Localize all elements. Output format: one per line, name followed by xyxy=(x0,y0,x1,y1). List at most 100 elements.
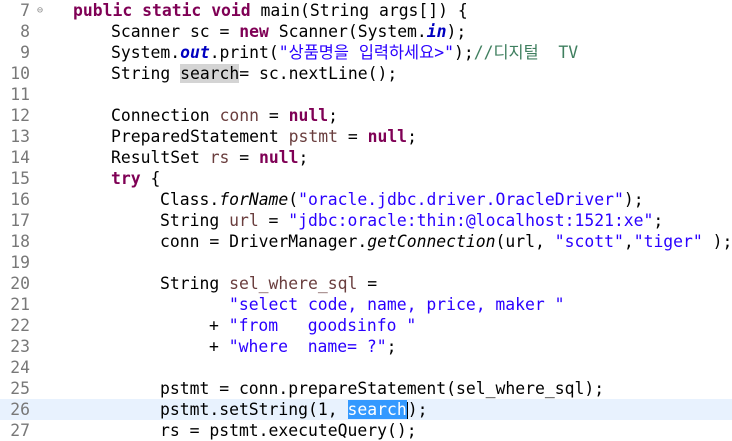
code-line[interactable]: 19 xyxy=(0,252,732,273)
line-number: 8 xyxy=(20,22,30,41)
keyword: new xyxy=(239,22,269,41)
local-variable: url xyxy=(229,211,259,230)
code-line[interactable]: 22 + "from goodsinfo " xyxy=(0,315,732,336)
code-token: String xyxy=(160,274,230,293)
static-field: out xyxy=(180,43,210,62)
occurrence-highlight[interactable]: search xyxy=(180,64,240,83)
code-line[interactable]: 25 pstmt = conn.prepareStatement(sel_whe… xyxy=(0,378,732,399)
code-line[interactable]: 15 try { xyxy=(0,168,732,189)
code-line[interactable]: 13 PreparedStatement pstmt = null; xyxy=(0,126,732,147)
line-number: 9 xyxy=(20,43,30,62)
code-token: Scanner(System. xyxy=(268,22,427,41)
line-number: 10 xyxy=(10,64,30,83)
code-token: ; xyxy=(653,211,664,230)
code-token: main(String args[]) { xyxy=(250,1,468,20)
code-line[interactable]: 11 xyxy=(0,84,732,105)
code-token: ( xyxy=(288,190,299,209)
selected-text[interactable]: search xyxy=(347,400,407,419)
code-text: pstmt.setString(1, search); xyxy=(160,399,427,420)
code-token: System. xyxy=(111,43,181,62)
code-token: ; xyxy=(386,337,397,356)
code-text: String sel_where_sql = xyxy=(160,273,377,294)
code-token: ; xyxy=(328,106,339,125)
fold-collapse-icon[interactable]: ⊖ xyxy=(33,0,47,21)
code-token: , xyxy=(623,232,634,251)
code-line[interactable]: 17 String url = "jdbc:oracle:thin:@local… xyxy=(0,210,732,231)
code-token: Class. xyxy=(160,190,220,209)
code-token: { xyxy=(140,169,161,188)
code-token: ); xyxy=(446,22,467,41)
line-number: 15 xyxy=(10,169,30,188)
code-line[interactable]: 16 Class.forName("oracle.jdbc.driver.Ora… xyxy=(0,189,732,210)
static-field: in xyxy=(426,22,447,41)
keyword: null xyxy=(367,127,408,146)
code-token: = sc.nextLine(); xyxy=(239,64,398,83)
code-line[interactable]: 23 + "where name= ?"; xyxy=(0,336,732,357)
code-text: PreparedStatement pstmt = null; xyxy=(111,126,417,147)
code-token: Scanner sc = xyxy=(111,22,240,41)
line-number: 7 xyxy=(20,1,30,20)
code-line[interactable]: 9 System.out.print("상품명을 입력하세요>");//디지털 … xyxy=(0,42,732,63)
string-literal: "from goodsinfo " xyxy=(228,316,417,335)
code-token: ; xyxy=(298,148,309,167)
code-line[interactable]: 10 String search= sc.nextLine(); xyxy=(0,63,732,84)
code-text: + "from goodsinfo " xyxy=(209,315,416,336)
line-number: 13 xyxy=(10,127,30,146)
code-line[interactable]: 7 ⊖ public static void main(String args[… xyxy=(0,0,732,21)
code-text: String url = "jdbc:oracle:thin:@localhos… xyxy=(160,210,663,231)
code-line[interactable]: 27 rs = pstmt.executeQuery(); xyxy=(0,420,732,441)
code-token: String xyxy=(111,64,181,83)
code-token: (url, xyxy=(495,232,555,251)
code-token: Connection xyxy=(111,106,220,125)
keyword: null xyxy=(288,106,329,125)
code-line-current[interactable]: 26 pstmt.setString(1, search); xyxy=(0,399,732,420)
line-number: 17 xyxy=(10,211,30,230)
code-text: conn = DriverManager.getConnection(url, … xyxy=(160,231,732,252)
line-number: 24 xyxy=(10,358,30,377)
code-token: pstmt.setString(1, xyxy=(160,400,348,419)
line-number: 26 xyxy=(10,400,30,419)
code-text: Scanner sc = new Scanner(System.in); xyxy=(111,21,466,42)
local-variable: conn xyxy=(219,106,260,125)
line-number: 22 xyxy=(10,316,30,335)
line-number: 20 xyxy=(10,274,30,293)
code-text: public static void main(String args[]) { xyxy=(73,0,468,21)
code-text: Class.forName("oracle.jdbc.driver.Oracle… xyxy=(160,189,644,210)
code-token: ; xyxy=(407,127,417,146)
code-token: + xyxy=(209,316,229,335)
code-line[interactable]: 24 xyxy=(0,357,732,378)
line-number: 12 xyxy=(10,106,30,125)
line-number: 19 xyxy=(10,253,30,272)
line-number: 25 xyxy=(10,379,30,398)
code-token: .print( xyxy=(209,43,279,62)
line-number: 23 xyxy=(10,337,30,356)
line-number: 27 xyxy=(10,421,30,440)
code-token: ); xyxy=(407,400,428,419)
code-line[interactable]: 14 ResultSet rs = null; xyxy=(0,147,732,168)
keyword: void xyxy=(211,1,251,20)
static-method: getConnection xyxy=(367,232,496,251)
line-number: 18 xyxy=(10,232,30,251)
code-line[interactable]: 18 conn = DriverManager.getConnection(ur… xyxy=(0,231,732,252)
string-literal: "oracle.jdbc.driver.OracleDriver" xyxy=(298,190,624,209)
code-line[interactable]: 20 String sel_where_sql = xyxy=(0,273,732,294)
code-line[interactable]: 21 "select code, name, price, maker " xyxy=(0,294,732,315)
code-token: + xyxy=(209,337,229,356)
line-number: 11 xyxy=(10,85,30,104)
code-text: rs = pstmt.executeQuery(); xyxy=(160,421,417,440)
code-text: Connection conn = null; xyxy=(111,105,338,126)
code-editor[interactable]: 7 ⊖ public static void main(String args[… xyxy=(0,0,732,441)
code-text: "select code, name, price, maker " xyxy=(229,294,565,315)
code-line[interactable]: 12 Connection conn = null; xyxy=(0,105,732,126)
code-token: = xyxy=(337,127,368,146)
code-text: ResultSet rs = null; xyxy=(111,147,308,168)
code-token: ResultSet xyxy=(111,148,210,167)
keyword: null xyxy=(259,148,299,167)
code-token: ); xyxy=(702,232,732,251)
comment: //디지털 TV xyxy=(473,43,579,62)
code-text: pstmt = conn.prepareStatement(sel_where_… xyxy=(160,379,605,398)
code-line[interactable]: 8 Scanner sc = new Scanner(System.in); xyxy=(0,21,732,42)
string-literal: "select code, name, price, maker " xyxy=(229,295,565,314)
local-variable: pstmt xyxy=(288,127,338,146)
code-token: = xyxy=(229,148,260,167)
